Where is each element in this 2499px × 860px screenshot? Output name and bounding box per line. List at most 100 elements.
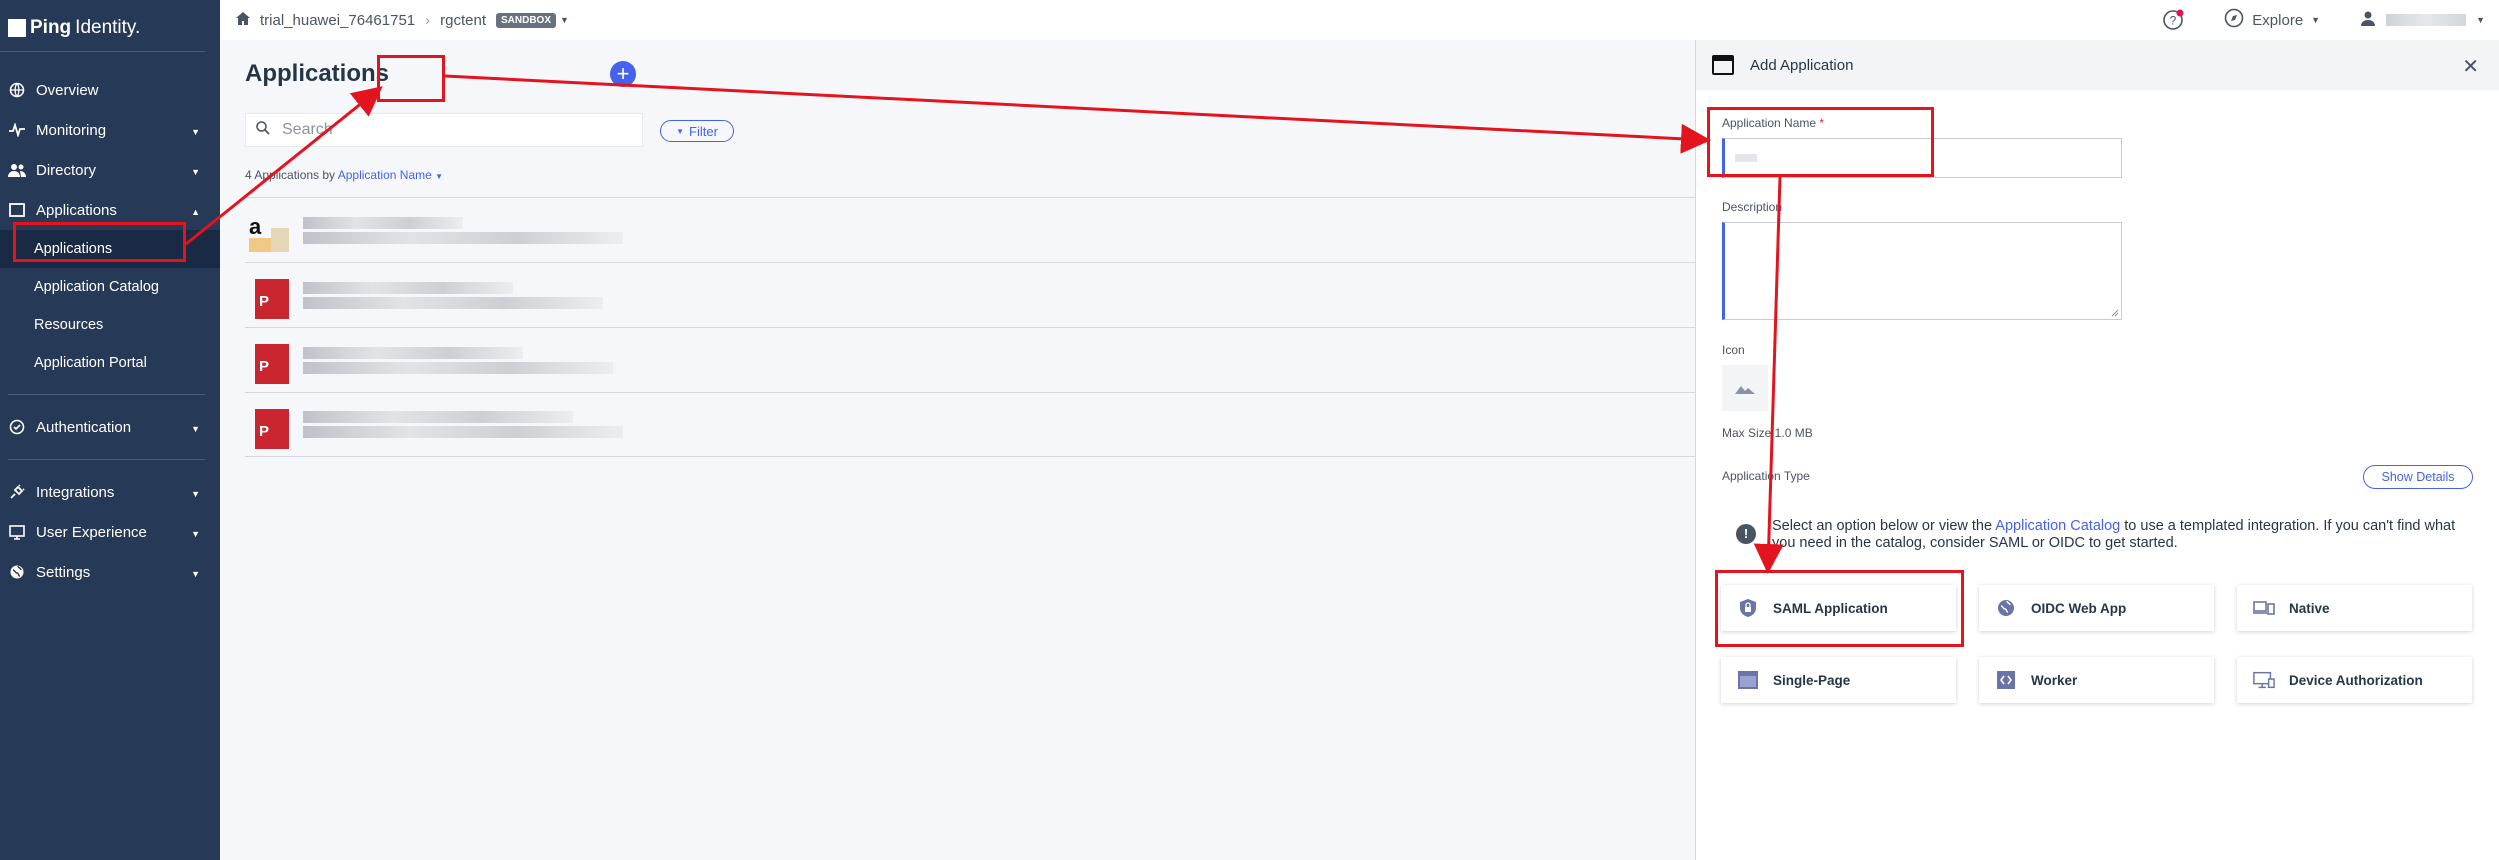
check-circle-icon (8, 418, 26, 436)
panel-header: Add Application (1696, 40, 2499, 90)
chevron-down-icon: ▼ (2311, 15, 2321, 25)
sandbox-badge: SANDBOX (496, 12, 557, 28)
breadcrumb-separator-icon: › (425, 11, 431, 29)
top-right-controls: ? Explore ▼ ▼ (2162, 0, 2485, 40)
panel-title: Add Application (1750, 56, 1854, 74)
amazon-app-icon: a (245, 202, 293, 258)
plug-icon (8, 483, 26, 501)
application-list: a P P P (245, 197, 1695, 457)
sidebar-item-user-experience[interactable]: User Experience ▼ (0, 512, 220, 552)
sort-field-dropdown[interactable]: Application Name (338, 168, 432, 182)
show-details-button[interactable]: Show Details (2363, 465, 2473, 489)
globe-icon (8, 81, 26, 99)
close-icon[interactable]: ✕ (2462, 54, 2479, 79)
application-type-info: ! Select an option below or view the App… (1736, 518, 2456, 553)
page-title: Applications (245, 60, 390, 87)
environment-dropdown-icon[interactable]: ▼ (560, 15, 569, 25)
chevron-down-icon: ▼ (191, 127, 200, 137)
single-page-card[interactable]: Single-Page (1721, 657, 1956, 703)
oidc-web-app-card[interactable]: OIDC Web App (1979, 585, 2214, 631)
annotation-box-add-button (377, 55, 445, 102)
breadcrumb-org[interactable]: trial_huawei_76461751 (260, 12, 415, 29)
sidebar-divider (8, 459, 205, 460)
filter-button[interactable]: ▼ Filter (660, 120, 734, 142)
globe-icon (8, 563, 26, 581)
code-icon (1995, 670, 2017, 690)
redacted-app-text (303, 408, 683, 441)
help-icon[interactable]: ? (2162, 9, 2184, 31)
list-item[interactable]: P (245, 262, 1695, 327)
redacted-app-text (303, 279, 683, 312)
breadcrumb: trial_huawei_76461751 › rgctent SANDBOX … (220, 11, 569, 29)
redacted-app-text (303, 344, 683, 377)
main-content: Applications + Search ▼ Filter 4 Applica… (220, 40, 1695, 860)
sidebar-item-directory[interactable]: Directory ▼ (0, 150, 220, 190)
svg-text:?: ? (2170, 14, 2177, 28)
list-item[interactable]: P (245, 327, 1695, 392)
users-icon (8, 161, 26, 179)
brand-logo[interactable]: Ping Identity. (0, 0, 205, 44)
resize-handle-icon[interactable] (2111, 309, 2119, 317)
search-icon (256, 120, 270, 140)
monitor-device-icon (2253, 670, 2275, 690)
description-field[interactable] (1722, 222, 2122, 320)
devices-icon (2253, 598, 2275, 618)
browser-window-icon (1737, 670, 1759, 690)
icon-label: Icon (1722, 343, 1745, 357)
application-type-label: Application Type (1722, 469, 1810, 483)
application-catalog-link[interactable]: Application Catalog (1995, 518, 2120, 534)
sidebar-item-authentication[interactable]: Authentication ▼ (0, 407, 220, 447)
info-exclamation-icon: ! (1736, 524, 1756, 544)
sidebar-item-settings[interactable]: Settings ▼ (0, 552, 220, 592)
sidebar-item-overview[interactable]: Overview (0, 70, 220, 110)
device-authorization-card[interactable]: Device Authorization (2237, 657, 2472, 703)
window-icon (1712, 55, 1734, 75)
chevron-down-icon: ▼ (191, 529, 200, 539)
search-input[interactable]: Search (245, 113, 643, 147)
pulse-icon (8, 121, 26, 139)
top-bar: trial_huawei_76461751 › rgctent SANDBOX … (220, 0, 2499, 40)
annotation-box-applications-nav (13, 222, 186, 262)
redacted-app-text (303, 214, 683, 247)
home-icon[interactable] (236, 11, 250, 29)
search-placeholder: Search (282, 121, 333, 138)
sidebar-item-monitoring[interactable]: Monitoring ▼ (0, 110, 220, 150)
sidebar-subitem-resources[interactable]: Resources (0, 306, 220, 344)
description-label: Description (1722, 200, 1783, 214)
user-name-redacted (2386, 14, 2467, 26)
annotation-box-saml-card (1715, 570, 1964, 647)
list-item[interactable]: P (245, 392, 1695, 457)
chevron-down-icon: ▼ (191, 569, 200, 579)
window-icon (8, 201, 26, 219)
sidebar-divider (8, 394, 205, 395)
chevron-down-icon: ▼ (2476, 15, 2485, 25)
worker-card[interactable]: Worker (1979, 657, 2214, 703)
monitor-icon (8, 523, 26, 541)
max-size-note: Max Size 1.0 MB (1722, 426, 1813, 440)
compass-icon (2224, 8, 2244, 32)
application-count: 4 Applications by Application Name ▼ (245, 168, 444, 182)
filter-caret-icon: ▼ (676, 126, 685, 136)
app-logo-icon: P (245, 397, 293, 453)
chevron-down-icon: ▼ (191, 167, 200, 177)
add-application-button[interactable]: + (610, 61, 636, 87)
chevron-up-icon: ▲ (191, 207, 200, 217)
list-item[interactable]: a (245, 197, 1695, 262)
sidebar-subitem-application-catalog[interactable]: Application Catalog (0, 268, 220, 306)
globe-icon (1995, 598, 2017, 618)
chevron-down-icon[interactable]: ▼ (435, 172, 443, 181)
breadcrumb-environment[interactable]: rgctent (440, 12, 486, 29)
chevron-down-icon: ▼ (191, 489, 200, 499)
app-logo-icon: P (245, 267, 293, 323)
sidebar-subitem-application-portal[interactable]: Application Portal (0, 344, 220, 382)
explore-menu[interactable]: Explore ▼ (2224, 8, 2320, 32)
chevron-down-icon: ▼ (191, 424, 200, 434)
sidebar-item-integrations[interactable]: Integrations ▼ (0, 472, 220, 512)
annotation-box-application-name (1707, 107, 1934, 177)
app-logo-icon: P (245, 332, 293, 388)
image-placeholder-icon (1735, 386, 1755, 394)
native-card[interactable]: Native (2237, 585, 2472, 631)
icon-upload-button[interactable] (1722, 365, 1768, 411)
user-menu[interactable]: ▼ (2360, 10, 2485, 30)
logo-square-icon (8, 19, 26, 37)
